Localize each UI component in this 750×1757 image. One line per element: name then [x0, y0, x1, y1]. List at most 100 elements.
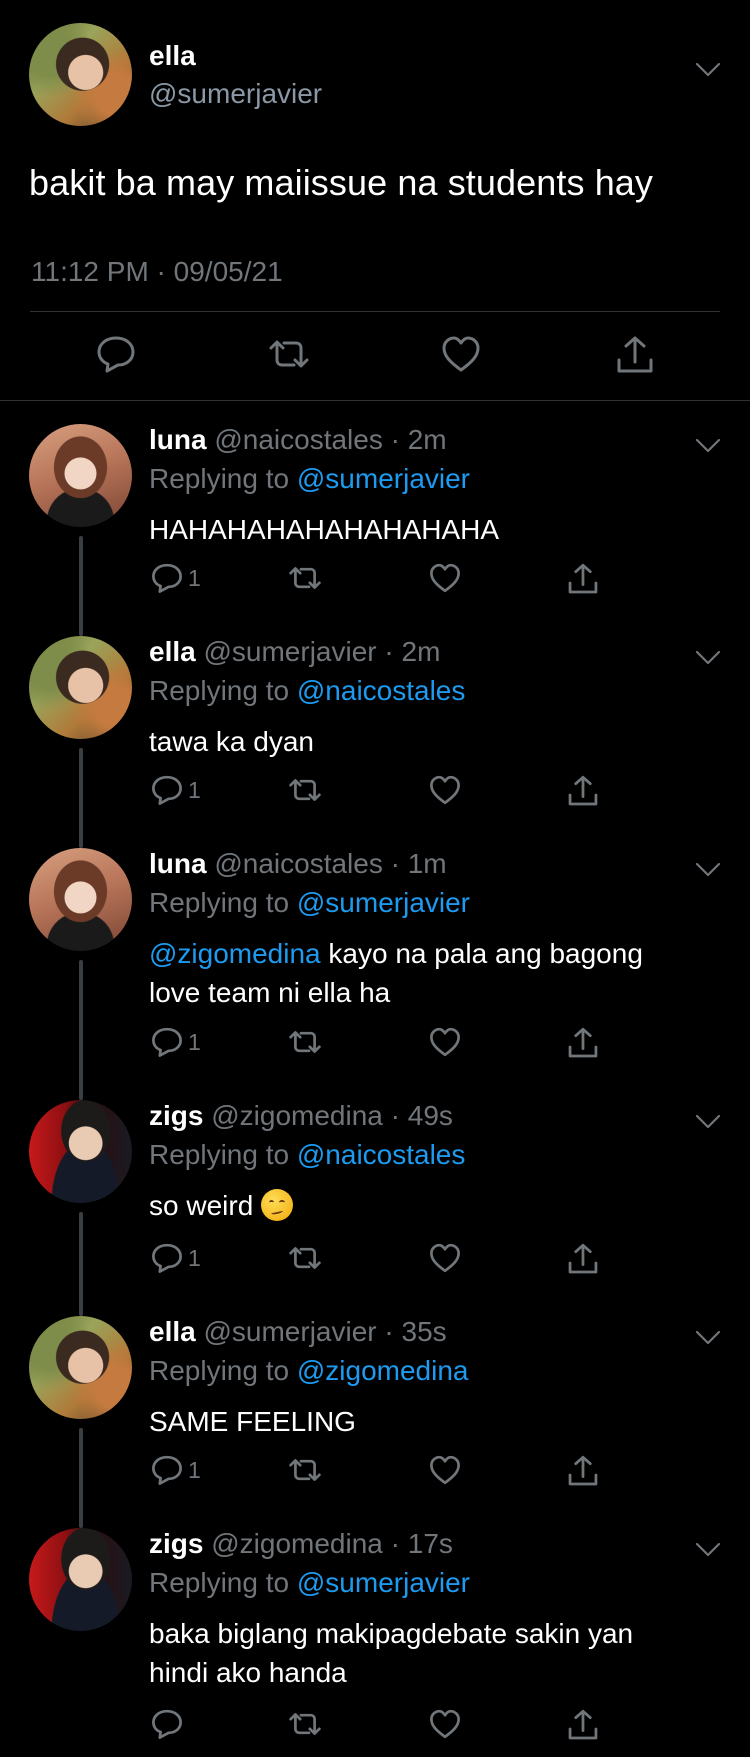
reply-header: ella @sumerjavier · 2m — [149, 636, 440, 668]
reply-text: tawa ka dyan — [149, 722, 709, 761]
replying-to: Replying to @sumerjavier — [149, 463, 470, 495]
tweet-actions — [0, 334, 750, 380]
avatar[interactable] — [29, 848, 132, 951]
replying-label: Replying to — [149, 1355, 297, 1386]
author-meta: @naicostales · 2m — [214, 424, 447, 455]
reply-header: luna @naicostales · 1m — [149, 848, 447, 880]
reply-tweet[interactable]: luna @naicostales · 1m Replying to @sume… — [0, 848, 750, 1100]
share-icon[interactable] — [566, 774, 600, 808]
author-name[interactable]: zigs — [149, 1528, 203, 1559]
author-name[interactable]: luna — [149, 424, 207, 455]
reply-button[interactable]: 1 — [150, 1242, 201, 1274]
replying-mention[interactable]: @sumerjavier — [297, 887, 470, 918]
share-icon[interactable] — [614, 334, 656, 376]
author-name[interactable]: ella — [149, 636, 196, 667]
tweet-timestamp[interactable]: 11:12 PM · 09/05/21 — [31, 256, 283, 288]
reply-count: 1 — [188, 1244, 201, 1271]
reply-button[interactable]: 1 — [150, 1026, 201, 1058]
share-icon[interactable] — [566, 1026, 600, 1060]
reply-text: so weird — [149, 1186, 709, 1225]
avatar[interactable] — [29, 636, 132, 739]
reply-text-line: hindi ako handa — [149, 1657, 347, 1688]
like-icon[interactable] — [428, 774, 462, 806]
replying-mention[interactable]: @zigomedina — [297, 1355, 469, 1386]
chevron-down-icon[interactable] — [695, 1542, 721, 1558]
tweet-text: bakit ba may maiissue na students hay — [29, 162, 654, 203]
reply-count: 1 — [188, 564, 201, 591]
reply-button[interactable] — [150, 1708, 188, 1740]
chevron-down-icon[interactable] — [695, 438, 721, 454]
reply-header: zigs @zigomedina · 17s — [149, 1528, 453, 1560]
replying-mention[interactable]: @naicostales — [297, 1139, 466, 1170]
reply-text: baka biglang makipagdebate sakin yan hind… — [149, 1614, 709, 1692]
author-meta: @zigomedina · 17s — [211, 1528, 453, 1559]
replying-mention[interactable]: @naicostales — [297, 675, 466, 706]
retweet-icon[interactable] — [286, 774, 324, 806]
reply-tweet[interactable]: luna @naicostales · 2m Replying to @sume… — [0, 424, 750, 636]
reply-button[interactable]: 1 — [150, 774, 201, 806]
reply-icon[interactable] — [95, 334, 137, 374]
retweet-icon[interactable] — [286, 562, 324, 594]
avatar[interactable] — [29, 1528, 132, 1631]
reply-text-line: love team ni ella ha — [149, 977, 391, 1008]
replying-mention[interactable]: @sumerjavier — [297, 1567, 470, 1598]
retweet-icon[interactable] — [286, 1454, 324, 1486]
reply-header: luna @naicostales · 2m — [149, 424, 447, 456]
woozy-face-icon — [261, 1189, 294, 1221]
reply-button[interactable]: 1 — [150, 562, 201, 594]
author-name[interactable]: zigs — [149, 1100, 203, 1131]
reply-actions: 1 — [0, 774, 750, 814]
author-name[interactable]: luna — [149, 848, 207, 879]
chevron-down-icon[interactable] — [695, 650, 721, 666]
reply-icon — [152, 775, 182, 805]
reply-icon — [152, 1455, 182, 1485]
chevron-down-icon[interactable] — [695, 1330, 721, 1346]
share-icon[interactable] — [566, 1708, 600, 1742]
reply-button[interactable]: 1 — [150, 1454, 201, 1486]
replying-to: Replying to @sumerjavier — [149, 887, 470, 919]
like-icon[interactable] — [428, 1454, 462, 1486]
chevron-down-icon[interactable] — [695, 1114, 721, 1130]
avatar[interactable] — [29, 23, 132, 126]
reply-tweet[interactable]: ella @sumerjavier · 35s Replying to @zig… — [0, 1316, 750, 1528]
reply-tweet[interactable]: zigs @zigomedina · 49s Replying to @naic… — [0, 1100, 750, 1316]
author-name[interactable]: ella — [149, 1316, 196, 1347]
reply-text-line: HAHAHAHAHAHAHAHAHA — [149, 514, 500, 545]
reply-icon — [152, 1027, 182, 1057]
reply-icon — [152, 1709, 182, 1739]
replying-label: Replying to — [149, 1567, 297, 1598]
replying-mention[interactable]: @sumerjavier — [297, 463, 470, 494]
share-icon[interactable] — [566, 1454, 600, 1488]
reply-tweet[interactable]: zigs @zigomedina · 17s Replying to @sume… — [0, 1528, 750, 1757]
like-icon[interactable] — [428, 1026, 462, 1058]
like-icon[interactable] — [428, 562, 462, 594]
author-handle[interactable]: @sumerjavier — [149, 78, 322, 110]
body-mention[interactable]: @zigomedina — [149, 938, 321, 969]
retweet-icon[interactable] — [266, 334, 312, 374]
avatar[interactable] — [29, 1100, 132, 1203]
share-icon[interactable] — [566, 1242, 600, 1276]
main-tweet: ella @sumerjavier bakit ba may maiissue … — [0, 0, 750, 402]
reply-tweet[interactable]: ella @sumerjavier · 2m Replying to @naic… — [0, 636, 750, 848]
like-icon[interactable] — [440, 334, 482, 374]
reply-actions: 1 — [0, 1454, 750, 1494]
author-name[interactable]: ella — [149, 40, 196, 72]
retweet-icon[interactable] — [286, 1242, 324, 1274]
reply-text-line: tawa ka dyan — [149, 726, 314, 757]
like-icon[interactable] — [428, 1708, 462, 1740]
chevron-down-icon[interactable] — [695, 862, 721, 878]
retweet-icon[interactable] — [286, 1026, 324, 1058]
reply-header: ella @sumerjavier · 35s — [149, 1316, 447, 1348]
replying-to: Replying to @sumerjavier — [149, 1567, 470, 1599]
chevron-down-icon[interactable] — [695, 62, 721, 78]
like-icon[interactable] — [428, 1242, 462, 1274]
share-icon[interactable] — [566, 562, 600, 596]
reply-text-line: SAME FEELING — [149, 1406, 356, 1437]
reply-text-line: kayo na pala ang bagong — [320, 938, 643, 969]
retweet-icon[interactable] — [286, 1708, 324, 1740]
avatar[interactable] — [29, 1316, 132, 1419]
reply-text: HAHAHAHAHAHAHAHAHA — [149, 510, 709, 549]
replying-label: Replying to — [149, 675, 297, 706]
avatar[interactable] — [29, 424, 132, 527]
author-meta: @sumerjavier · 2m — [203, 636, 441, 667]
